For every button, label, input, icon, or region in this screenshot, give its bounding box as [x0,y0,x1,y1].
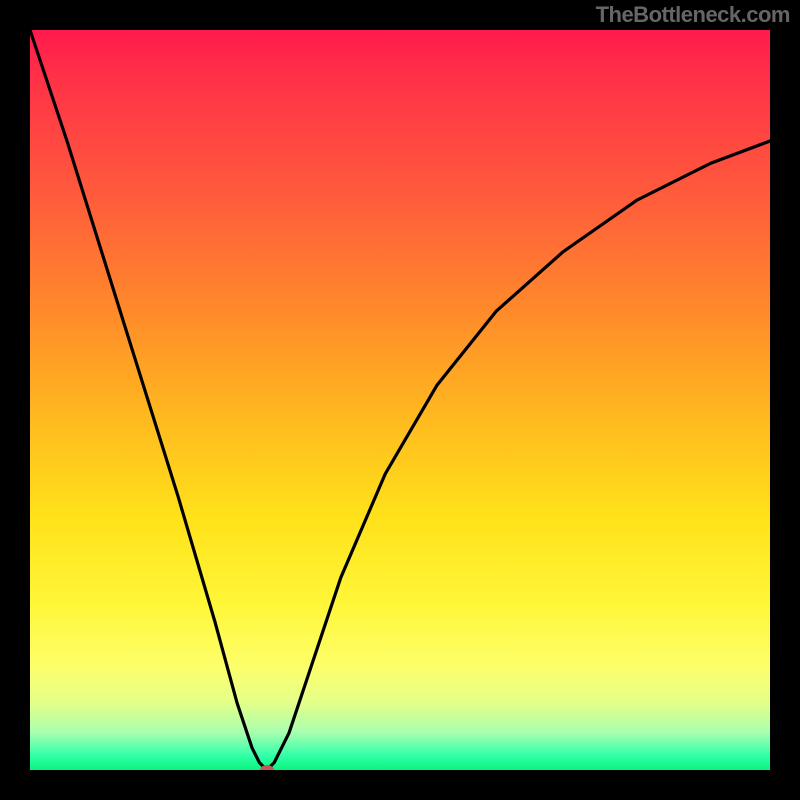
plot-area [30,30,770,770]
curve-svg [30,30,770,770]
chart-frame: TheBottleneck.com [0,0,800,800]
minimum-marker [260,765,274,770]
bottleneck-curve-path [30,30,770,770]
watermark-text: TheBottleneck.com [596,2,790,28]
